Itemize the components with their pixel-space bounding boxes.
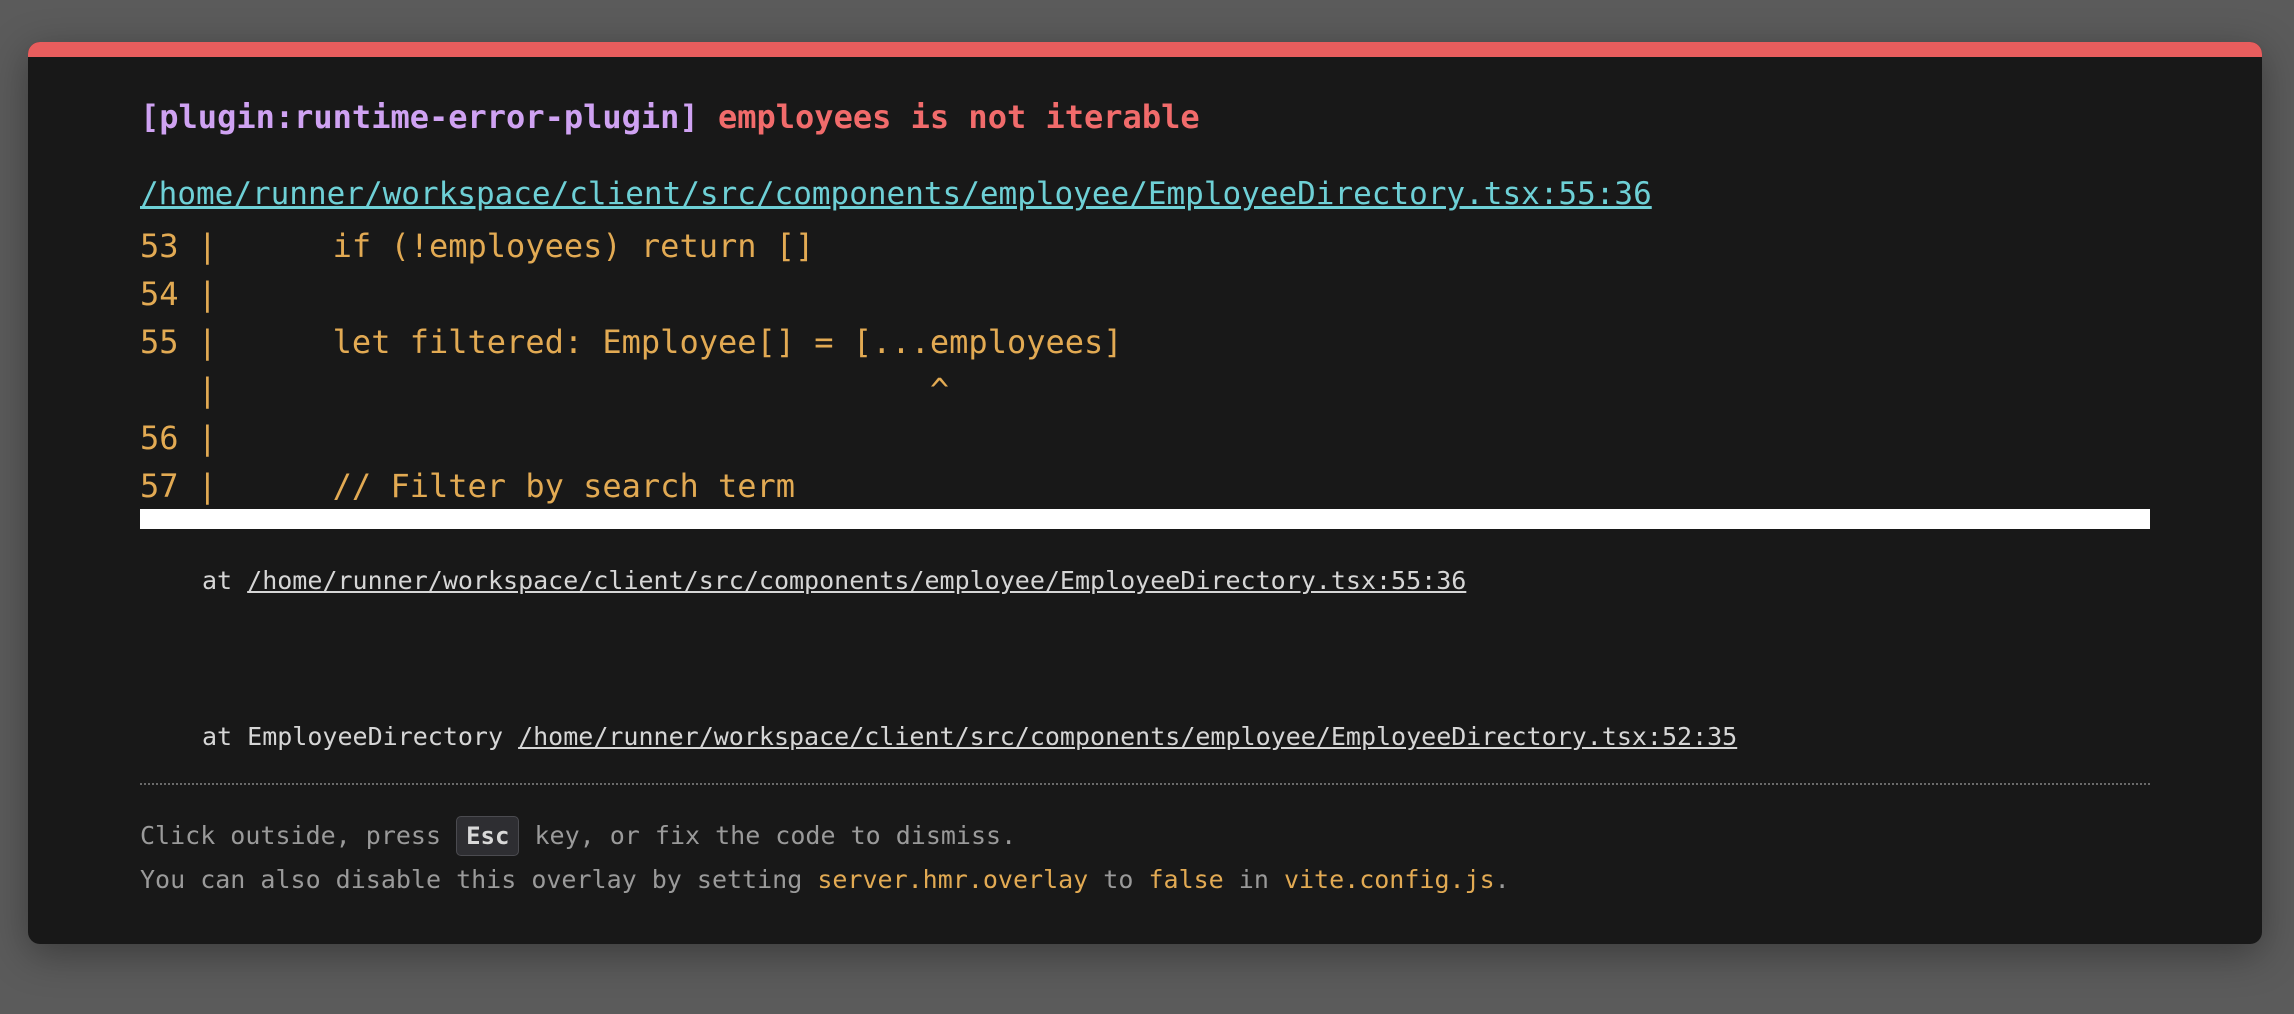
- stack-entry: at /home/runner/workspace/client/src/com…: [202, 564, 1466, 598]
- error-file-link[interactable]: /home/runner/workspace/client/src/compon…: [140, 174, 1652, 214]
- tip-text: in: [1223, 865, 1284, 894]
- error-message-heading: [plugin:runtime-error-plugin] employees …: [140, 97, 1200, 137]
- code-frame-line: 56 |: [140, 419, 218, 457]
- dismiss-tip-text: key, or fix the code to dismiss.: [519, 821, 1017, 850]
- error-accent-bar: [28, 42, 2262, 57]
- code-frame-line: 57 | // Filter by search term: [140, 467, 796, 505]
- stack-entry-link[interactable]: /home/runner/workspace/client/src/compon…: [518, 722, 1737, 751]
- stack-entry-prefix: at: [202, 566, 248, 595]
- error-overlay-window: [plugin:runtime-error-plugin] employees …: [28, 42, 2262, 944]
- config-file: vite.config.js: [1283, 865, 1495, 894]
- tip-divider: [140, 783, 2150, 785]
- disable-overlay-tip: You can also disable this overlay by set…: [140, 862, 1510, 898]
- config-value: false: [1148, 865, 1224, 894]
- config-key: server.hmr.overlay: [817, 865, 1089, 894]
- dismiss-tip: Click outside, press Esc key, or fix the…: [140, 816, 1016, 856]
- stack-entry: at EmployeeDirectory /home/runner/worksp…: [202, 720, 1737, 754]
- tip-text: .: [1494, 865, 1510, 894]
- tip-text: You can also disable this overlay by set…: [140, 865, 818, 894]
- code-frame: 53 | if (!employees) return [] 54 | 55 | l…: [140, 222, 1123, 510]
- code-frame-line: 54 |: [140, 275, 218, 313]
- code-frame-line: 53 | if (!employees) return []: [140, 227, 815, 265]
- esc-key-badge: Esc: [456, 816, 520, 856]
- plugin-label: [plugin:runtime-error-plugin]: [140, 98, 699, 136]
- stack-entry-link[interactable]: /home/runner/workspace/client/src/compon…: [247, 566, 1466, 595]
- tip-text: to: [1088, 865, 1149, 894]
- code-frame-caret-line: | ^: [140, 371, 950, 409]
- code-frame-line: 55 | let filtered: Employee[] = [...empl…: [140, 323, 1123, 361]
- error-message: employees is not iterable: [717, 98, 1200, 136]
- stack-entry-prefix: at EmployeeDirectory: [202, 722, 519, 751]
- code-frame-horizontal-scrollbar[interactable]: [140, 509, 2150, 529]
- dismiss-tip-text: Click outside, press: [140, 821, 457, 850]
